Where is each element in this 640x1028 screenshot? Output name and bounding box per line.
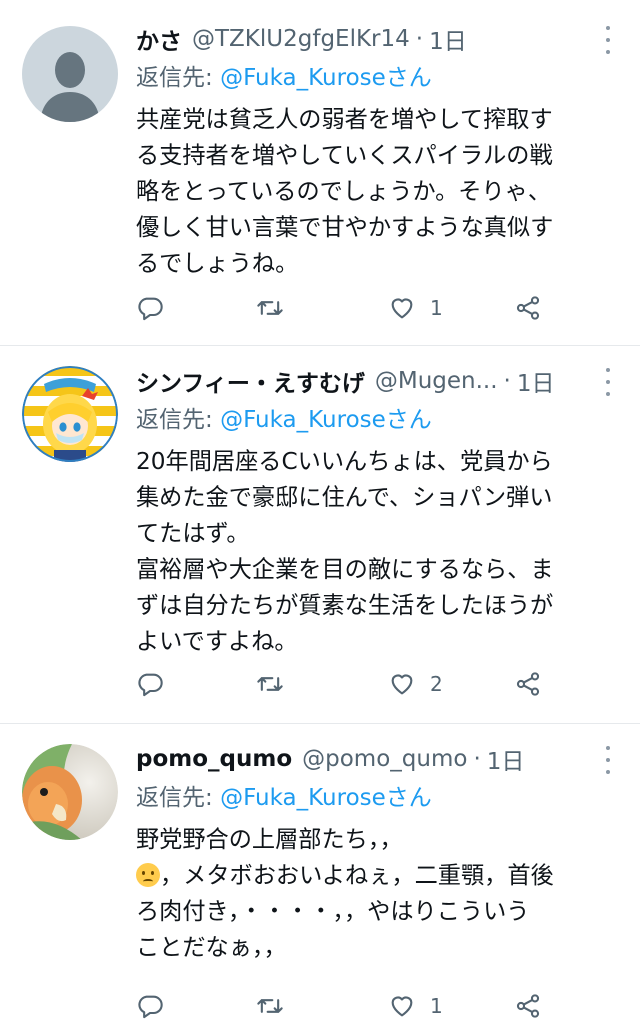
tweet-text-line: 略をとっているのでしょうか。そりゃ、	[136, 178, 552, 205]
reply-prefix: 返信先:	[136, 785, 221, 811]
tweet-actions: 1	[136, 986, 556, 1026]
frowning-face-emoji	[136, 863, 160, 887]
tweet-text-fragment: ，メタボおおいよねぇ，二重顎，首後	[160, 862, 554, 889]
like-button[interactable]: 1	[388, 986, 443, 1026]
timestamp[interactable]: 1日	[487, 742, 525, 776]
tweet-text: 20年間居座るCいいんちょは、党員から 集めた金で豪邸に住んで、ショパン弾い て…	[136, 444, 610, 660]
tweet-header: シンフィー・えすむげ @Mugen... · 1日	[136, 362, 610, 400]
tweet-text-line: ずは自分たちが質素な生活をしたほうが	[136, 592, 554, 619]
tweet[interactable]: かさ @TZKlU2gfgElKr14 · 1日 返信先: @Fuka_Kuro…	[0, 0, 640, 346]
tweet-text-line: るでしょうね。	[136, 250, 299, 277]
reply-prefix: 返信先:	[136, 407, 221, 433]
reply-button[interactable]	[136, 986, 164, 1026]
tweet-text-line: てたはず。	[136, 520, 250, 547]
display-name[interactable]: pomo_qumo	[136, 746, 292, 772]
tweet-actions: 1	[136, 288, 556, 328]
reply-button[interactable]	[136, 288, 164, 328]
tweet[interactable]: シンフィー・えすむげ @Mugen... · 1日 返信先: @Fuka_Kur…	[0, 346, 640, 724]
like-button[interactable]: 2	[388, 664, 443, 704]
tweet-header: かさ @TZKlU2gfgElKr14 · 1日	[136, 20, 610, 58]
more-options-icon[interactable]	[598, 26, 618, 54]
tweet-text-line: 共産党は貧乏人の弱者を増やして搾取す	[136, 106, 553, 133]
tweet-text-line: ことだなぁ，，	[136, 934, 287, 961]
tweet-text-line: 20年間居座るCいいんちょは、党員から	[136, 448, 553, 475]
anime-character-avatar	[22, 366, 118, 462]
retweet-icon	[257, 301, 283, 315]
separator-dot: ·	[503, 368, 511, 394]
retweet-button[interactable]	[256, 664, 284, 704]
reply-icon	[138, 673, 163, 697]
reply-button[interactable]	[136, 664, 164, 704]
retweet-icon	[257, 999, 283, 1013]
tweet-actions: 2	[136, 664, 556, 704]
reply-context: 返信先: @Fuka_Kuroseさん	[136, 60, 610, 96]
more-options-icon[interactable]	[598, 368, 618, 396]
reply-prefix: 返信先:	[136, 65, 221, 91]
timestamp[interactable]: 1日	[517, 364, 555, 398]
tweet-header: pomo_qumo @pomo_qumo · 1日	[136, 740, 610, 778]
reply-mention-link[interactable]: @Fuka_Kuroseさん	[220, 407, 432, 433]
share-button[interactable]	[514, 986, 542, 1026]
tweet-text-line: ろ肉付き，・・・・，，やはりこういう	[136, 898, 530, 925]
like-count: 1	[430, 994, 443, 1018]
tweet[interactable]: pomo_qumo @pomo_qumo · 1日 返信先: @Fuka_Kur…	[0, 724, 640, 1028]
share-icon	[516, 672, 540, 696]
reply-mention-link[interactable]: @Fuka_Kuroseさん	[220, 785, 432, 811]
more-options-icon[interactable]	[598, 746, 618, 774]
tweet-text-line: ，メタボおおいよねぇ，二重顎，首後	[136, 858, 610, 894]
tweet-text-line: 野党野合の上層部たち，，	[136, 826, 403, 853]
retweet-icon	[257, 677, 283, 691]
reply-mention-link[interactable]: @Fuka_Kuroseさん	[220, 65, 432, 91]
user-handle[interactable]: @pomo_qumo	[302, 746, 467, 772]
separator-dot: ·	[415, 26, 424, 52]
parrot-photo-avatar	[22, 744, 118, 840]
share-button[interactable]	[514, 288, 542, 328]
tweet-text-line: よいですよね。	[136, 628, 298, 655]
tweet-text: 共産党は貧乏人の弱者を増やして搾取す る支持者を増やしていくスパイラルの戦 略を…	[136, 102, 610, 282]
reply-icon	[138, 297, 163, 321]
tweet-text-line: 集めた金で豪邸に住んで、ショパン弾い	[136, 484, 553, 511]
user-handle[interactable]: @Mugen...	[375, 368, 498, 394]
avatar[interactable]	[22, 366, 118, 462]
share-icon	[516, 994, 540, 1018]
retweet-button[interactable]	[256, 986, 284, 1026]
heart-icon	[391, 996, 413, 1017]
reply-context: 返信先: @Fuka_Kuroseさん	[136, 780, 610, 816]
reply-context: 返信先: @Fuka_Kuroseさん	[136, 402, 610, 438]
timestamp[interactable]: 1日	[429, 22, 467, 56]
like-count: 2	[430, 672, 443, 696]
tweet-text-line: 優しく甘い言葉で甘やかすような真似す	[136, 214, 554, 241]
share-icon	[516, 296, 540, 320]
display-name[interactable]: シンフィー・えすむげ	[136, 364, 365, 398]
like-button[interactable]: 1	[388, 288, 443, 328]
separator-dot: ·	[473, 746, 481, 772]
tweet-text-line: る支持者を増やしていくスパイラルの戦	[136, 142, 553, 169]
avatar[interactable]	[22, 26, 118, 122]
default-avatar-icon	[22, 26, 118, 122]
heart-icon	[391, 298, 413, 319]
retweet-button[interactable]	[256, 288, 284, 328]
user-handle[interactable]: @TZKlU2gfgElKr14	[192, 26, 410, 52]
avatar[interactable]	[22, 744, 118, 840]
reply-icon	[138, 995, 163, 1019]
tweet-text: 野党野合の上層部たち，， ，メタボおおいよねぇ，二重顎，首後 ろ肉付き，・・・・…	[136, 822, 610, 966]
like-count: 1	[430, 296, 443, 320]
tweet-text-line: 富裕層や大企業を目の敵にするなら、ま	[136, 556, 554, 583]
display-name[interactable]: かさ	[136, 22, 182, 56]
heart-icon	[391, 674, 413, 695]
share-button[interactable]	[514, 664, 542, 704]
